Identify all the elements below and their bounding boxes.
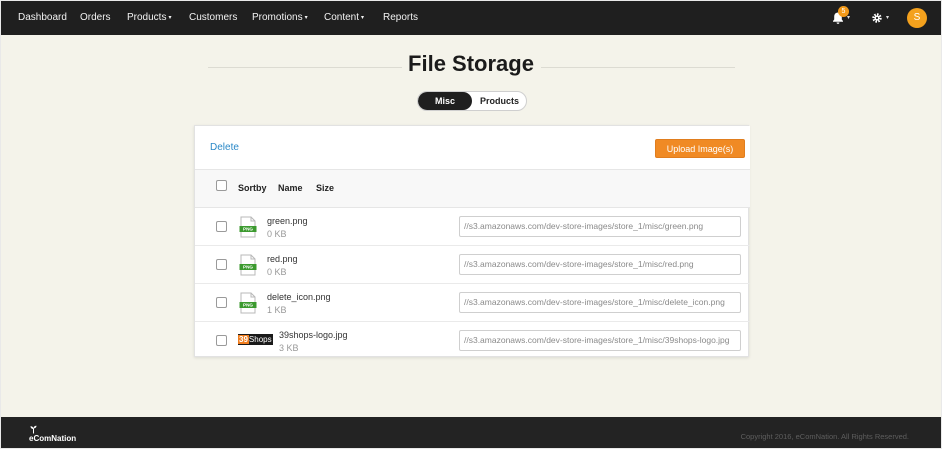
user-avatar[interactable]: S [907,8,927,28]
footer: eComNation Copyright 2016, eComNation. A… [1,417,941,448]
tab-products[interactable]: Products [472,92,526,110]
nav-customers[interactable]: Customers [189,1,237,35]
chevron-down-icon: ▾ [361,15,365,21]
file-name: green.png [267,216,308,226]
upload-images-button[interactable]: Upload Image(s) [655,139,745,158]
svg-text:PNG: PNG [243,265,253,270]
gear-icon[interactable] [871,12,883,24]
png-file-icon: PNG [239,216,257,238]
app-frame: Dashboard Orders Products ▾ Customers Pro… [1,1,941,448]
file-url-field[interactable]: //s3.amazonaws.com/dev-store-images/stor… [459,254,741,275]
row-checkbox[interactable] [216,259,227,270]
nav-dashboard[interactable]: Dashboard [18,1,67,35]
file-name: delete_icon.png [267,292,331,302]
nav-orders[interactable]: Orders [80,1,111,35]
file-url-field[interactable]: //s3.amazonaws.com/dev-store-images/stor… [459,292,741,313]
chevron-down-icon: ▾ [847,15,851,21]
table-row: 39Shops 39shops-logo.jpg 3 KB //s3.amazo… [195,322,750,360]
svg-text:PNG: PNG [243,227,253,232]
copyright-text: Copyright 2016, eComNation. All Rights R… [740,432,909,441]
file-list-card: Delete Upload Image(s) Sortby Name Size … [194,125,750,360]
sortby-label: Sortby [238,183,267,193]
table-row: PNG red.png 0 KB //s3.amazonaws.com/dev-… [195,246,750,284]
page-title: File Storage [408,51,534,76]
leaf-logo-icon [30,425,37,434]
tab-misc[interactable]: Misc [418,92,472,110]
nav-promotions[interactable]: Promotions ▾ [252,1,308,35]
file-size: 0 KB [267,267,287,277]
select-all-checkbox[interactable] [216,180,227,191]
file-name: 39shops-logo.jpg [279,330,348,340]
storage-tab-toggle: Misc Products [417,91,527,111]
png-file-icon: PNG [239,254,257,276]
table-row: PNG green.png 0 KB //s3.amazonaws.com/de… [195,208,750,246]
nav-reports[interactable]: Reports [383,1,418,35]
png-file-icon: PNG [239,292,257,314]
top-navigation: Dashboard Orders Products ▾ Customers Pro… [1,1,941,35]
row-checkbox[interactable] [216,297,227,308]
file-size: 0 KB [267,229,287,239]
nav-products[interactable]: Products ▾ [127,1,171,35]
file-size: 3 KB [279,343,299,353]
table-header: Sortby Name Size [195,170,750,208]
sort-by-size[interactable]: Size [316,183,334,193]
card-toolbar: Delete Upload Image(s) [195,126,750,170]
delete-button[interactable]: Delete [210,142,239,153]
sort-by-name[interactable]: Name [278,183,303,193]
nav-content[interactable]: Content ▾ [324,1,364,35]
chevron-down-icon: ▾ [886,15,890,21]
row-checkbox[interactable] [216,335,227,346]
chevron-down-icon: ▾ [304,15,308,21]
svg-text:PNG: PNG [243,303,253,308]
file-name: red.png [267,254,298,264]
table-row: PNG delete_icon.png 1 KB //s3.amazonaws.… [195,284,750,322]
file-url-field[interactable]: //s3.amazonaws.com/dev-store-images/stor… [459,216,741,237]
chevron-down-icon: ▾ [168,15,172,21]
footer-brand: eComNation [29,434,77,443]
39shops-logo-thumbnail: 39Shops [238,334,273,345]
row-checkbox[interactable] [216,221,227,232]
file-url-field[interactable]: //s3.amazonaws.com/dev-store-images/stor… [459,330,741,351]
file-size: 1 KB [267,305,287,315]
